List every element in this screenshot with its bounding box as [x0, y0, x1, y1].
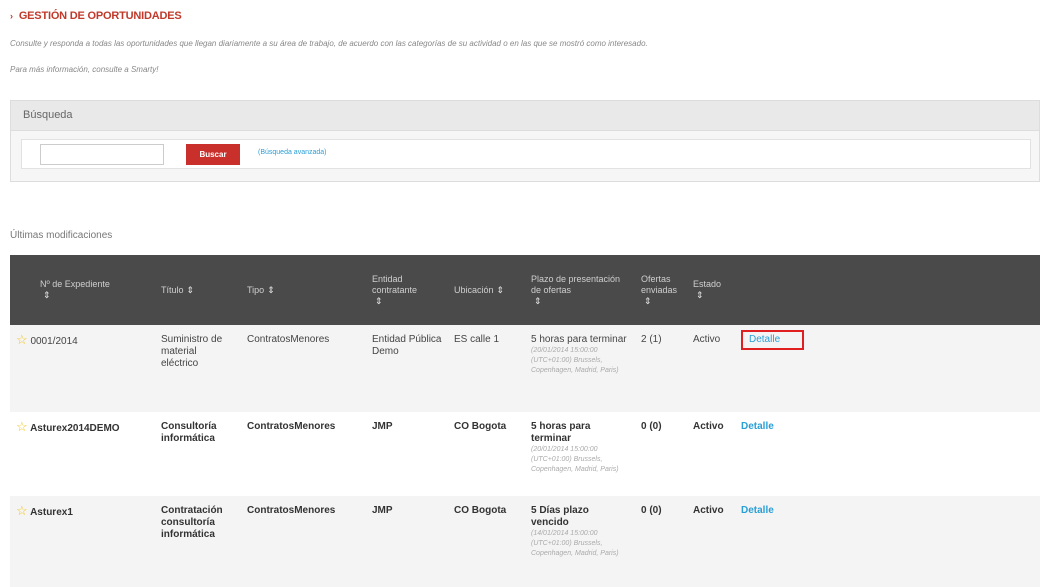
search-input[interactable] [40, 144, 164, 165]
sort-icon: ⇕ [43, 290, 51, 300]
detail-link[interactable]: Detalle [741, 505, 774, 516]
table-row: ☆ Asturex1 Contratación consultoría info… [10, 496, 1040, 587]
col-estado[interactable]: Estado ⇕ [687, 255, 735, 325]
sort-icon: ⇕ [534, 295, 542, 306]
plazo-detail: (20/01/2014 15:00:00 (UTC+01:00) Brussel… [531, 347, 619, 374]
cell-ubicacion: CO Bogota [448, 496, 525, 587]
table-row: ☆ Asturex2014DEMO Consultoría informátic… [10, 412, 1040, 496]
cell-titulo: Contratación consultoría informática [155, 496, 241, 587]
cell-expediente: ☆ Asturex2014DEMO [10, 412, 155, 496]
search-panel-title: Búsqueda [11, 101, 1039, 131]
col-plazo[interactable]: Plazo de presentación de ofertas ⇕ [525, 255, 635, 325]
table-row: ⇕☆ 0001/2014 Suministro de material eléc… [10, 325, 1040, 412]
detail-link[interactable]: Detalle [741, 421, 774, 432]
recent-changes-title: Últimas modificaciones [10, 230, 113, 241]
cell-entidad: JMP [366, 412, 448, 496]
page-title: › GESTIÓN DE OPORTUNIDADES [10, 10, 182, 22]
opportunities-table: Nº de Expediente ⇕ Título ⇕ Tipo ⇕ Entidad … [10, 255, 1040, 587]
detail-link[interactable]: Detalle [749, 334, 780, 345]
cell-entidad: Entidad Pública Demo [366, 325, 448, 412]
page-title-text: GESTIÓN DE OPORTUNIDADES [18, 10, 182, 22]
search-row: Buscar (Búsqueda avanzada) [21, 139, 1031, 169]
col-ofertas[interactable]: Ofertas enviadas ⇕ [635, 255, 687, 325]
sort-icon: ⇕ [496, 284, 505, 295]
col-expediente[interactable]: Nº de Expediente ⇕ [10, 255, 155, 325]
cell-ubicacion: CO Bogota [448, 412, 525, 496]
favorite-star-icon[interactable]: ☆ [16, 503, 28, 518]
sort-icon: ⇕ [267, 284, 275, 295]
col-tipo[interactable]: Tipo ⇕ [241, 255, 366, 325]
table-header-row: Nº de Expediente ⇕ Título ⇕ Tipo ⇕ Entidad … [10, 255, 1040, 325]
col-titulo[interactable]: Título ⇕ [155, 255, 241, 325]
col-actions [735, 255, 1040, 325]
cell-titulo: Consultoría informática [155, 412, 241, 496]
cell-expediente: ⇕☆ 0001/2014 [10, 325, 155, 412]
cell-tipo: ContratosMenores [241, 412, 366, 496]
chevron-right-icon: › [10, 11, 13, 21]
advanced-search-link[interactable]: (Búsqueda avanzada) [258, 149, 327, 156]
cell-titulo: Suministro de material eléctrico [155, 325, 241, 412]
plazo-detail: (14/01/2014 15:00:00 (UTC+01:00) Brussel… [531, 530, 619, 557]
cell-estado: Activo [687, 496, 735, 587]
cell-plazo: 5 Días plazo vencido (14/01/2014 15:00:00… [525, 496, 635, 587]
cell-ofertas: 0 (0) [635, 412, 687, 496]
cell-ofertas: 2 (1) [635, 325, 687, 412]
sort-icon: ⇕ [186, 284, 195, 295]
favorite-star-icon[interactable]: ☆ [16, 332, 28, 347]
cell-estado: Activo [687, 412, 735, 496]
search-button[interactable]: Buscar [186, 144, 240, 165]
cell-actions: Detalle [735, 496, 1040, 587]
cell-tipo: ContratosMenores [241, 325, 366, 412]
cell-plazo: 5 horas para terminar (20/01/2014 15:00:0… [525, 325, 635, 412]
cell-plazo: 5 horas para terminar (20/01/2014 15:00:0… [525, 412, 635, 496]
intro-text: Consulte y responda a todas las oportuni… [10, 39, 648, 48]
favorite-star-icon[interactable]: ☆ [16, 419, 28, 434]
cell-actions: Detalle [735, 412, 1040, 496]
sort-icon: ⇕ [696, 290, 704, 300]
cell-actions: Detalle [735, 325, 1040, 412]
cell-expediente: ☆ Asturex1 [10, 496, 155, 587]
plazo-detail: (20/01/2014 15:00:00 (UTC+01:00) Brussel… [531, 446, 619, 473]
highlight-box: Detalle [741, 330, 805, 350]
more-info-text: Para más información, consulte a Smarty! [10, 65, 159, 74]
cell-tipo: ContratosMenores [241, 496, 366, 587]
sort-icon: ⇕ [375, 295, 383, 306]
search-panel: Búsqueda Buscar (Búsqueda avanzada) [10, 100, 1040, 182]
cell-ofertas: 0 (0) [635, 496, 687, 587]
col-ubicacion[interactable]: Ubicación ⇕ [448, 255, 525, 325]
cell-entidad: JMP [366, 496, 448, 587]
col-entidad[interactable]: Entidad contratante ⇕ [366, 255, 448, 325]
cell-estado: Activo [687, 325, 735, 412]
cell-ubicacion: ES calle 1 [448, 325, 525, 412]
sort-icon: ⇕ [644, 295, 652, 306]
